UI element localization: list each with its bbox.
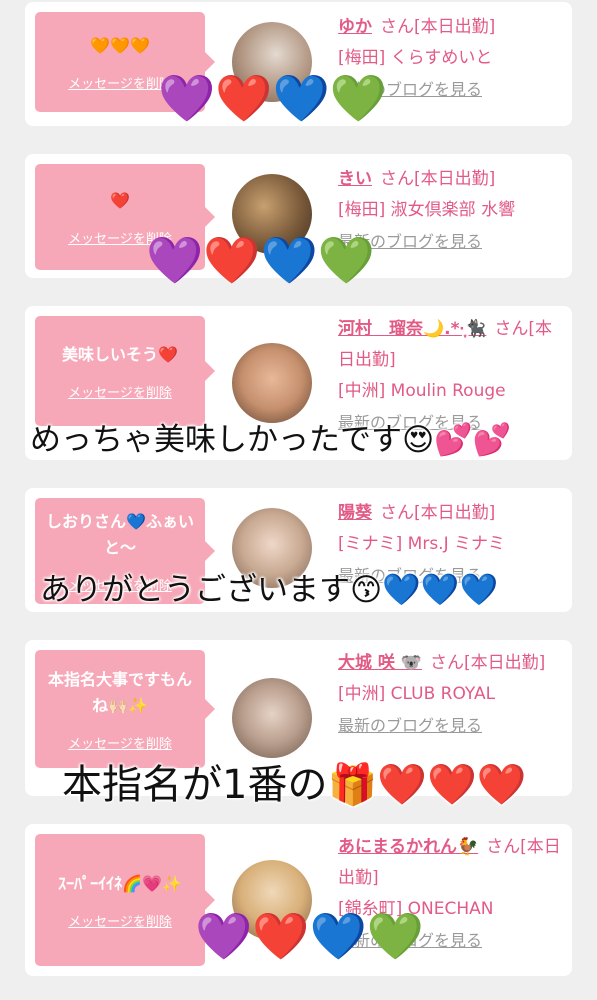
- delete-message-link[interactable]: メッセージを削除: [68, 911, 172, 930]
- shop-name: [中洲] Moulin Rouge: [338, 381, 506, 401]
- attendance-status: さん[本日出勤]: [430, 653, 546, 673]
- message-text: 🧡🧡🧡: [90, 35, 150, 55]
- cast-name-row: あにまるかれん🐓 さん[本日出勤]: [338, 832, 563, 894]
- message-text: ❤️: [110, 190, 130, 210]
- shop-name: [中洲] CLUB ROYAL: [338, 684, 496, 704]
- cast-info: 大城 咲 🐨 さん[本日出勤] [中洲] CLUB ROYAL 最新のブログを見る: [338, 648, 563, 741]
- cast-name-link[interactable]: 河村 瑠奈🌙.*·̩͙🐈‍⬛: [338, 319, 486, 339]
- cast-name-link[interactable]: 大城 咲 🐨: [338, 653, 422, 673]
- avatar[interactable]: [232, 343, 312, 423]
- latest-blog-link[interactable]: 最新のブログを見る: [338, 710, 563, 741]
- avatar[interactable]: [232, 678, 312, 758]
- cast-name-row: 河村 瑠奈🌙.*·̩͙🐈‍⬛ さん[本日出勤]: [338, 314, 563, 376]
- delete-message-link[interactable]: メッセージを削除: [68, 733, 172, 752]
- attendance-status: さん[本日出勤]: [380, 17, 496, 37]
- message-text: ｽｰﾊﾟｰｲｲﾈ🌈💗✨: [58, 873, 182, 893]
- cast-name-link[interactable]: 陽葵: [338, 503, 372, 523]
- message-bubble: 美味しいそう❤️ メッセージを削除: [35, 316, 215, 426]
- hearts-overlay: 💜❤️💙💚: [158, 71, 388, 125]
- cast-name-row: ゆか さん[本日出勤]: [338, 12, 563, 43]
- attendance-status: さん[本日出勤]: [380, 503, 496, 523]
- shop-name: [梅田] くらすめいと: [338, 48, 493, 68]
- caption-overlay: ありがとうございます😙💙💙💙: [40, 572, 499, 608]
- cast-name-row: 大城 咲 🐨 さん[本日出勤]: [338, 648, 563, 679]
- hearts-overlay: 💜❤️💙💚: [195, 909, 425, 963]
- message-bubble: 本指名大事ですもんね🙌🏻✨ メッセージを削除: [35, 650, 215, 768]
- message-text: しおりさん💙ふぁいと〜: [46, 511, 194, 557]
- cast-name-link[interactable]: きい: [338, 169, 372, 189]
- cast-name-row: きい さん[本日出勤]: [338, 164, 563, 195]
- cast-name-row: 陽葵 さん[本日出勤]: [338, 498, 563, 529]
- message-text: 本指名大事ですもんね🙌🏻✨: [47, 669, 192, 715]
- caption-overlay: 本指名が1番の🎁❤️❤️❤️: [62, 762, 527, 808]
- cast-name-link[interactable]: あにまるかれん🐓: [338, 837, 478, 857]
- delete-message-link[interactable]: メッセージを削除: [68, 382, 172, 401]
- shop-name: [ミナミ] Mrs.J ミナミ: [338, 534, 506, 554]
- caption-overlay: めっちゃ美味しかったです😍💕💕: [30, 422, 512, 458]
- delete-message-link[interactable]: メッセージを削除: [68, 73, 172, 92]
- message-text: 美味しいそう❤️: [62, 344, 178, 364]
- hearts-overlay: 💜❤️💙💚: [146, 233, 376, 287]
- shop-name: [梅田] 淑女倶楽部 水響: [338, 200, 516, 220]
- attendance-status: さん[本日出勤]: [380, 169, 496, 189]
- cast-name-link[interactable]: ゆか: [338, 17, 372, 37]
- message-bubble: ｽｰﾊﾟｰｲｲﾈ🌈💗✨ メッセージを削除: [35, 834, 215, 966]
